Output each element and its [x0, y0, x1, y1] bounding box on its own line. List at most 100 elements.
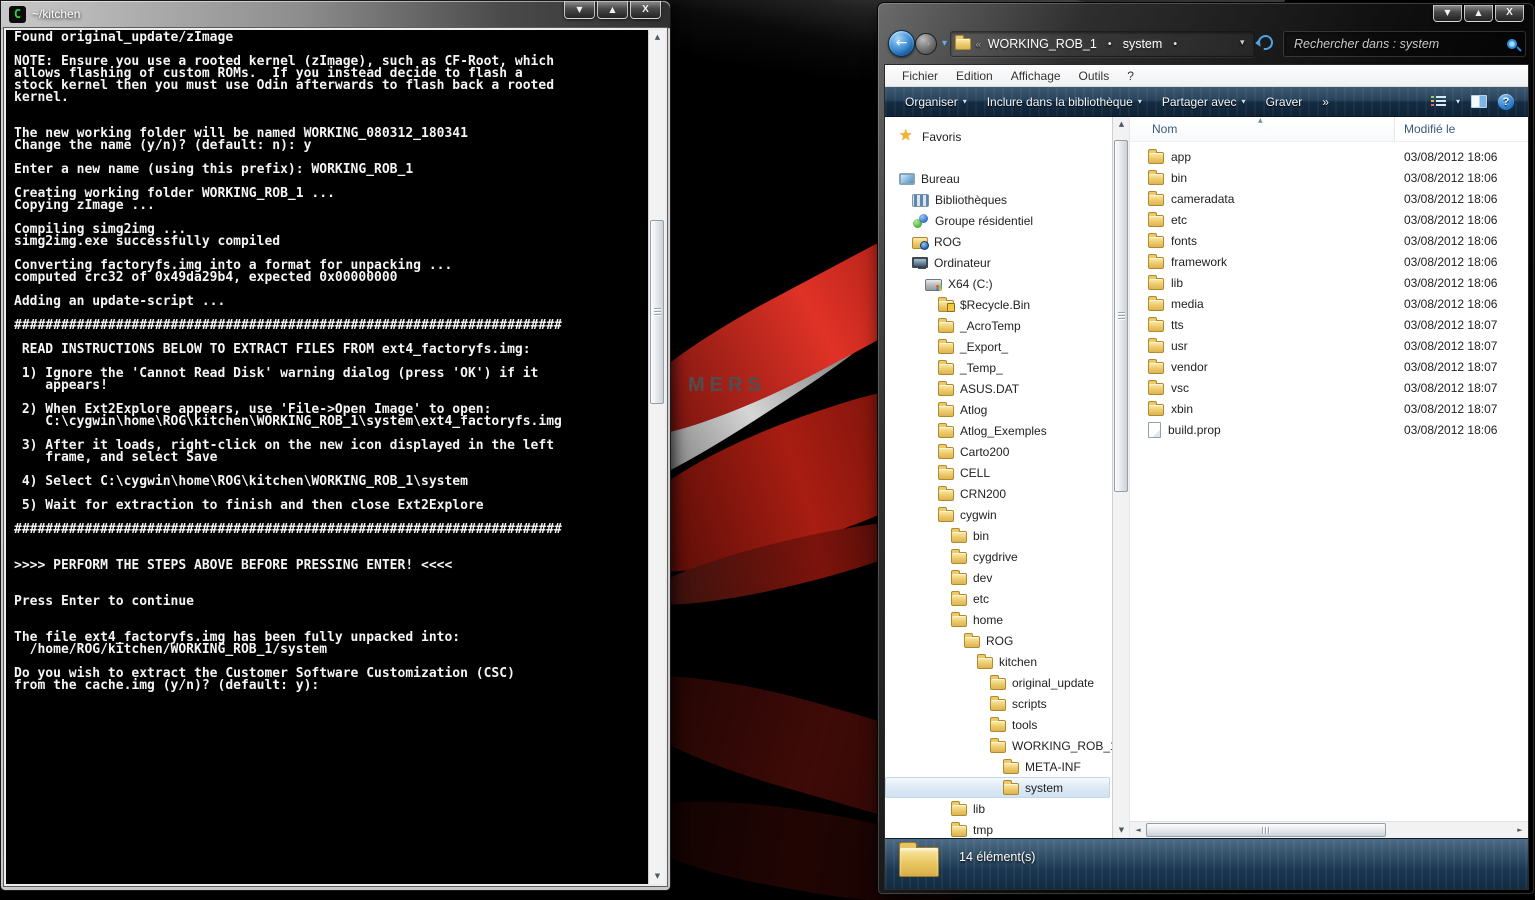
menu-item[interactable]: Edition — [947, 69, 1002, 83]
back-button[interactable]: ← — [888, 30, 915, 57]
file-row[interactable]: lib 03/08/2012 18:06 — [1130, 272, 1528, 293]
tree-item[interactable]: X64 (C:) — [885, 273, 1110, 294]
menu-item[interactable]: Affichage — [1002, 69, 1070, 83]
tree-item[interactable]: Carto200 — [885, 441, 1110, 462]
tree-item[interactable]: lib — [885, 798, 1110, 819]
tree-item[interactable]: Bibliothèques — [885, 189, 1110, 210]
tree-item[interactable]: home — [885, 609, 1110, 630]
change-view-button[interactable]: ▾ — [1431, 96, 1460, 107]
tree-item[interactable]: ROG — [885, 231, 1110, 252]
tree-item[interactable]: kitchen — [885, 651, 1110, 672]
tree-item[interactable]: Ordinateur — [885, 252, 1110, 273]
folder-icon — [1148, 362, 1164, 374]
scroll-down-icon[interactable]: ▼ — [649, 869, 666, 884]
tree-item[interactable]: system — [885, 777, 1110, 798]
tree-item[interactable]: Bureau — [885, 168, 1110, 189]
breadcrumb-separator-icon: • — [1103, 39, 1117, 50]
tree-item[interactable]: _Export_ — [885, 336, 1110, 357]
disk-icon — [925, 279, 942, 291]
tree-item[interactable]: ASUS.DAT — [885, 378, 1110, 399]
tree-item[interactable]: tools — [885, 714, 1110, 735]
search-box — [1283, 31, 1526, 57]
search-input[interactable] — [1292, 36, 1507, 52]
tree-item[interactable]: scripts — [885, 693, 1110, 714]
terminal-scrollbar[interactable]: ▲ ▼ — [648, 30, 665, 884]
toolbar-item[interactable]: Graver — [1256, 87, 1313, 116]
column-header-modifie-le[interactable]: Modifié le — [1395, 117, 1528, 141]
file-row[interactable]: vsc 03/08/2012 18:07 — [1130, 377, 1528, 398]
close-button[interactable]: X — [630, 1, 661, 19]
tree-item[interactable]: dev — [885, 567, 1110, 588]
file-row[interactable]: cameradata 03/08/2012 18:06 — [1130, 188, 1528, 209]
tree-item[interactable]: tmp — [885, 819, 1110, 838]
address-bar[interactable]: « WORKING_ROB_1 • system • — [950, 31, 1255, 57]
scrollbar-thumb[interactable] — [1146, 823, 1386, 837]
maximize-button[interactable]: ▲ — [597, 1, 628, 19]
file-row[interactable]: etc 03/08/2012 18:06 — [1130, 209, 1528, 230]
file-row[interactable]: app 03/08/2012 18:06 — [1130, 146, 1528, 167]
maximize-button[interactable]: ▲ — [1464, 5, 1493, 22]
file-row[interactable]: xbin 03/08/2012 18:07 — [1130, 398, 1528, 419]
scrollbar-thumb[interactable] — [650, 220, 664, 404]
tree-item[interactable]: Atlog_Exemples — [885, 420, 1110, 441]
horizontal-scrollbar[interactable]: ◄ ► — [1130, 821, 1528, 838]
tree-item[interactable]: _AcroTemp — [885, 315, 1110, 336]
forward-button[interactable]: → — [915, 33, 937, 55]
breadcrumb-overflow-icon[interactable]: « — [975, 38, 982, 51]
scrollbar-thumb[interactable] — [1114, 140, 1128, 492]
file-row[interactable]: framework 03/08/2012 18:06 — [1130, 251, 1528, 272]
tree-item[interactable]: ROG — [885, 630, 1110, 651]
tree-scrollbar[interactable]: ▲ ▼ — [1112, 117, 1129, 838]
close-button[interactable]: X — [1495, 5, 1524, 22]
tree-item[interactable]: cygwin — [885, 504, 1110, 525]
file-row[interactable]: fonts 03/08/2012 18:06 — [1130, 230, 1528, 251]
terminal-client-area[interactable]: Found original_update/zImage NOTE: Ensur… — [4, 28, 667, 886]
menu-item[interactable]: Fichier — [893, 69, 947, 83]
scroll-down-icon[interactable]: ▼ — [1113, 823, 1130, 838]
tree-item[interactable]: original_update — [885, 672, 1110, 693]
file-row[interactable]: vendor 03/08/2012 18:07 — [1130, 356, 1528, 377]
tree-item[interactable]: $Recycle.Bin — [885, 294, 1110, 315]
tree-item[interactable]: CRN200 — [885, 483, 1110, 504]
menu-item[interactable]: Outils — [1070, 69, 1119, 83]
toolbar-item[interactable]: Partager avec ▾ — [1152, 87, 1256, 116]
menu-item[interactable]: ? — [1118, 69, 1143, 83]
minimize-button[interactable]: ▼ — [1433, 5, 1462, 22]
toolbar-item[interactable]: » — [1312, 87, 1339, 116]
file-row[interactable]: media 03/08/2012 18:06 — [1130, 293, 1528, 314]
address-dropdown-icon[interactable]: ▾ — [1240, 38, 1245, 48]
breadcrumb-segment[interactable]: system — [1117, 37, 1169, 51]
search-icon[interactable] — [1507, 39, 1517, 49]
tree-item[interactable]: Groupe résidentiel — [885, 210, 1110, 231]
menu-bar: FichierEditionAffichageOutils? — [885, 65, 1528, 87]
toolbar-item[interactable]: Inclure dans la bibliothèque ▾ — [977, 87, 1152, 116]
folder-icon — [938, 405, 954, 417]
tree-item[interactable]: CELL — [885, 462, 1110, 483]
refresh-icon[interactable] — [1255, 32, 1275, 52]
help-icon[interactable]: ? — [1498, 94, 1514, 110]
file-row[interactable]: bin 03/08/2012 18:06 — [1130, 167, 1528, 188]
tree-item[interactable]: Atlog — [885, 399, 1110, 420]
tree-item[interactable]: etc — [885, 588, 1110, 609]
tree-item[interactable]: META-INF — [885, 756, 1110, 777]
preview-pane-icon[interactable] — [1471, 95, 1487, 108]
toolbar-item[interactable]: Organiser ▾ — [895, 87, 977, 116]
scroll-up-icon[interactable]: ▲ — [1113, 117, 1130, 132]
folder-icon — [990, 720, 1006, 732]
file-row[interactable]: usr 03/08/2012 18:07 — [1130, 335, 1528, 356]
scroll-left-icon[interactable]: ◄ — [1130, 822, 1146, 839]
recent-pages-dropdown-icon[interactable]: ▾ — [942, 38, 947, 49]
breadcrumb-segment[interactable]: WORKING_ROB_1 — [982, 37, 1103, 51]
terminal-window: C ~/kitchen ▼ ▲ X Found original_update/… — [0, 0, 671, 891]
file-row[interactable]: build.prop 03/08/2012 18:06 — [1130, 419, 1528, 440]
minimize-button[interactable]: ▼ — [564, 1, 595, 19]
scroll-up-icon[interactable]: ▲ — [649, 30, 666, 45]
folder-icon — [938, 342, 954, 354]
tree-item[interactable]: bin — [885, 525, 1110, 546]
tree-item[interactable]: cygdrive — [885, 546, 1110, 567]
scroll-right-icon[interactable]: ► — [1512, 822, 1528, 839]
tree-item[interactable]: _Temp_ — [885, 357, 1110, 378]
tree-item[interactable]: WORKING_ROB_1 — [885, 735, 1110, 756]
file-row[interactable]: tts 03/08/2012 18:07 — [1130, 314, 1528, 335]
tree-item[interactable]: Favoris — [885, 126, 1110, 147]
